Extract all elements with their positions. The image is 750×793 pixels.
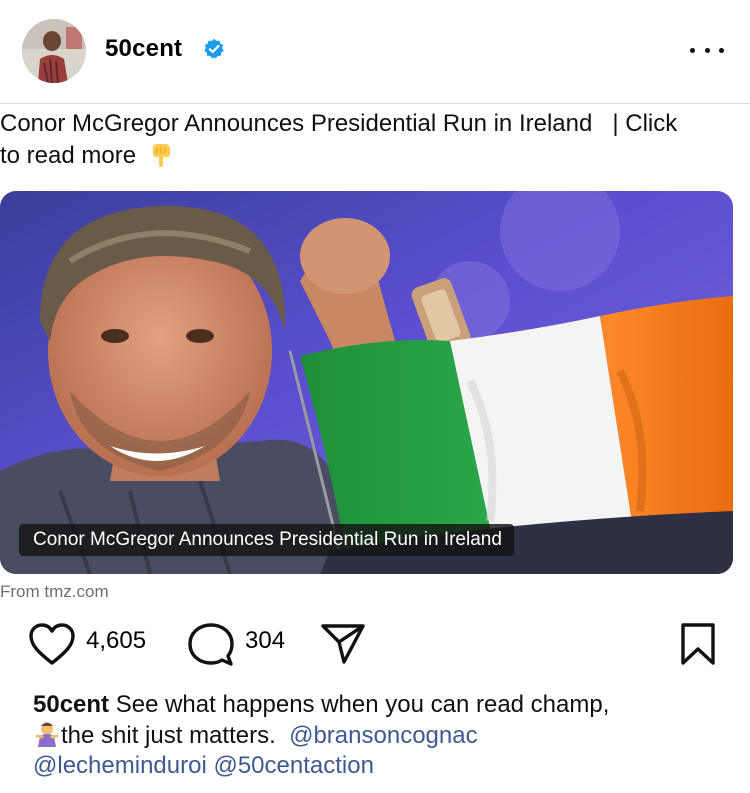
post-text: Conor McGregor Announces Presidential Ru… <box>0 108 730 172</box>
profile-username[interactable]: 50cent <box>105 35 182 63</box>
post-separator[interactable]: | Click <box>612 110 677 137</box>
more-dot <box>704 47 710 53</box>
verified-badge-icon <box>204 38 224 59</box>
more-options-icon[interactable] <box>690 38 724 62</box>
mention-bransoncognac[interactable]: @bransoncognac <box>289 722 477 749</box>
caption-line1: See what happens when you can read champ… <box>115 691 610 718</box>
bookmark-icon[interactable] <box>680 622 716 666</box>
post-caption: 50cent See what happens when you can rea… <box>33 690 733 781</box>
mention-50centaction[interactable]: @50centaction <box>213 752 373 779</box>
link-preview-image[interactable] <box>0 191 733 574</box>
send-paper-plane-icon[interactable] <box>320 622 366 666</box>
link-source[interactable]: From tmz.com <box>0 582 109 598</box>
link-preview-caption: Conor McGregor Announces Presidential Ru… <box>19 524 514 556</box>
mention-lecheminduroi[interactable]: @lecheminduroi <box>33 752 207 779</box>
caption-line2: the shit just matters. <box>61 722 276 749</box>
profile-avatar[interactable] <box>22 19 86 83</box>
like-count[interactable]: 4,605 <box>86 627 146 655</box>
comment-bubble-icon[interactable] <box>188 622 234 668</box>
pointing-down-emoji <box>152 144 170 167</box>
post-actions: 4,605 304 <box>0 618 750 668</box>
comment-count[interactable]: 304 <box>245 627 285 655</box>
more-dot <box>719 47 724 53</box>
genie-emoji <box>35 722 59 747</box>
post-read-more[interactable]: to read more <box>0 142 136 169</box>
post-headline[interactable]: Conor McGregor Announces Presidential Ru… <box>0 110 592 137</box>
more-dot <box>690 47 695 53</box>
heart-icon[interactable] <box>28 622 76 666</box>
caption-username[interactable]: 50cent <box>33 691 109 718</box>
post-header: 50cent <box>0 0 750 104</box>
